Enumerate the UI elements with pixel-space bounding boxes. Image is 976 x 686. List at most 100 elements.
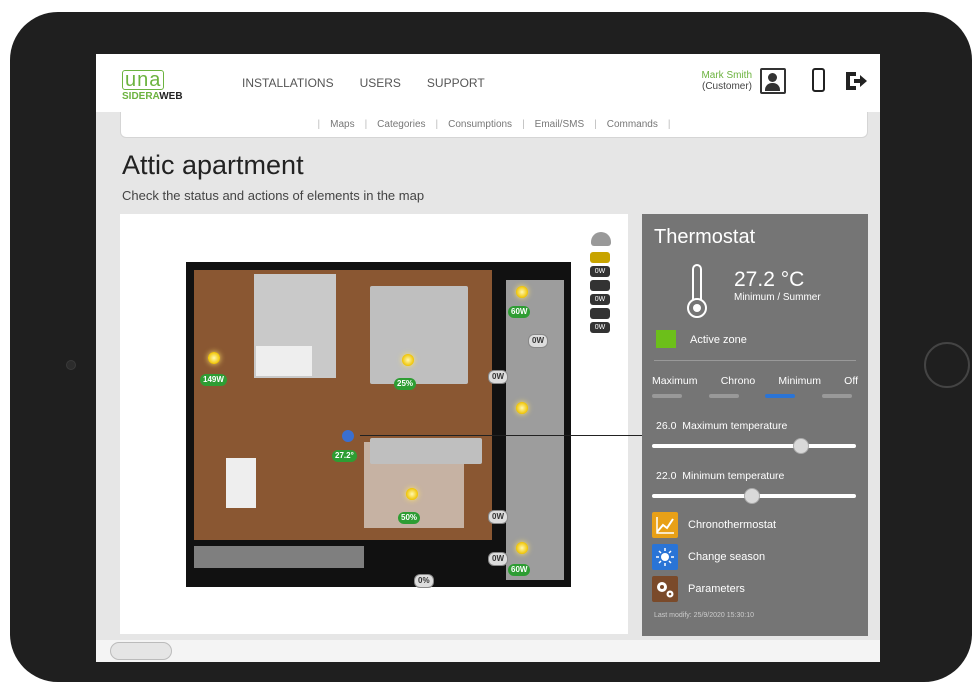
- gears-icon: [652, 576, 678, 602]
- page-subtitle: Check the status and actions of elements…: [122, 188, 425, 203]
- footer: [96, 640, 880, 662]
- map-legend-icons: 0W 0W 0W: [590, 232, 612, 336]
- meter-badge[interactable]: 0W: [590, 294, 610, 305]
- chronothermostat-button[interactable]: Chronothermostat: [652, 512, 852, 538]
- divider: [654, 360, 856, 361]
- subnav-categories[interactable]: Categories: [377, 119, 425, 130]
- logout-icon[interactable]: [844, 70, 868, 92]
- parameters-label: Parameters: [688, 583, 745, 595]
- meter-badge[interactable]: 0W: [590, 266, 610, 277]
- mode-indicators: [652, 394, 852, 398]
- top-bar: una SIDERAWEB INSTALLATIONS USERS SUPPOR…: [96, 54, 880, 112]
- min-temp-knob[interactable]: [743, 488, 760, 504]
- meter-icon[interactable]: [590, 308, 610, 319]
- badge-0w: 0W: [488, 510, 508, 524]
- meter-badge[interactable]: 0W: [590, 322, 610, 333]
- parameters-button[interactable]: Parameters: [652, 576, 852, 602]
- bed: [370, 286, 468, 384]
- sun-icon: [652, 544, 678, 570]
- thermostat-title: Thermostat: [654, 226, 756, 248]
- logo-line1: una: [122, 70, 165, 90]
- brand-logo[interactable]: una SIDERAWEB: [122, 70, 212, 102]
- max-temp-knob[interactable]: [792, 438, 809, 454]
- bulb-icon[interactable]: [406, 488, 418, 500]
- badge-60w-top: 60W: [508, 306, 531, 318]
- phone-icon[interactable]: [812, 68, 825, 92]
- callout-line: [360, 435, 650, 436]
- chronothermostat-label: Chronothermostat: [688, 519, 777, 531]
- mode-chrono[interactable]: Chrono: [721, 375, 755, 387]
- nav-support[interactable]: SUPPORT: [427, 76, 485, 90]
- mode-indicator: [652, 394, 682, 398]
- min-temp-text: Minimum temperature: [682, 470, 785, 482]
- bulb-icon[interactable]: [516, 402, 528, 414]
- thermometer-bulb-icon: [687, 298, 707, 318]
- min-temp-label: 22.0 Minimum temperature: [656, 470, 784, 482]
- sub-nav: | Maps | Categories | Consumptions | Ema…: [120, 112, 868, 138]
- mode-minimum[interactable]: Minimum: [778, 375, 821, 387]
- thermometer-icon: [692, 264, 702, 302]
- page-title: Attic apartment: [122, 150, 304, 180]
- app-screen: una SIDERAWEB INSTALLATIONS USERS SUPPOR…: [96, 54, 880, 662]
- bathtub: [256, 346, 312, 376]
- subnav-commands[interactable]: Commands: [607, 119, 658, 130]
- mode-summary: Minimum / Summer: [734, 292, 821, 303]
- thermo-probe-icon[interactable]: [342, 430, 354, 442]
- certification-badge: [110, 642, 172, 660]
- mode-indicator: [708, 394, 739, 398]
- badge-50pct: 50%: [398, 512, 421, 524]
- subnav-maps[interactable]: Maps: [330, 119, 354, 130]
- chart-icon: [652, 512, 678, 538]
- floor-plan[interactable]: 149W 25% 27.2° 50% 0% 60W 0W 0W 0W 60W 0…: [186, 262, 571, 588]
- badge-0pct: 0%: [414, 574, 434, 588]
- bulb-icon[interactable]: [516, 286, 528, 298]
- sofa: [370, 438, 482, 464]
- mode-off[interactable]: Off: [844, 375, 858, 387]
- min-temp-slider[interactable]: [652, 488, 856, 504]
- kitchen-counter: [194, 546, 364, 568]
- home-button[interactable]: [924, 342, 970, 388]
- max-temp-text: Maximum temperature: [682, 420, 788, 432]
- badge-60w-bottom: 60W: [508, 564, 531, 576]
- nav-installations[interactable]: INSTALLATIONS: [242, 76, 334, 90]
- thermostat-panel: Thermostat 27.2 °C Minimum / Summer Acti…: [642, 214, 868, 636]
- balcony: [506, 280, 564, 580]
- last-modify: Last modify: 25/9/2020 15:30:10: [654, 612, 755, 619]
- camera-dot: [66, 360, 76, 370]
- min-temp-value: 22.0: [656, 470, 677, 482]
- active-zone-label: Active zone: [690, 334, 747, 346]
- max-temp-value: 26.0: [656, 420, 677, 432]
- active-zone-toggle[interactable]: [656, 330, 676, 348]
- badge-0w: 0W: [488, 370, 508, 384]
- user-name: Mark Smith: [701, 70, 752, 81]
- bulb-icon[interactable]: [516, 542, 528, 554]
- current-temperature: 27.2 °C: [734, 268, 805, 291]
- change-season-button[interactable]: Change season: [652, 544, 852, 570]
- light-icon[interactable]: [590, 252, 610, 263]
- table: [226, 458, 256, 508]
- sensor-icon[interactable]: [591, 232, 611, 246]
- user-role: (Customer): [701, 81, 752, 92]
- mode-maximum[interactable]: Maximum: [652, 375, 698, 387]
- avatar-icon[interactable]: [760, 68, 786, 94]
- mode-indicator-active: [765, 394, 796, 398]
- bulb-icon[interactable]: [402, 354, 414, 366]
- badge-0w: 0W: [528, 334, 548, 348]
- mode-selector: Maximum Chrono Minimum Off: [652, 375, 858, 387]
- max-temp-slider[interactable]: [652, 438, 856, 454]
- main-nav: INSTALLATIONS USERS SUPPORT: [242, 76, 485, 90]
- subnav-email-sms[interactable]: Email/SMS: [535, 119, 584, 130]
- meter-icon[interactable]: [590, 280, 610, 291]
- subnav-consumptions[interactable]: Consumptions: [448, 119, 512, 130]
- change-season-label: Change season: [688, 551, 766, 563]
- map-panel: 149W 25% 27.2° 50% 0% 60W 0W 0W 0W 60W 0…: [120, 214, 650, 634]
- badge-temp: 27.2°: [332, 450, 357, 462]
- logo-line2a: SIDERA: [122, 91, 160, 102]
- badge-149w: 149W: [200, 374, 227, 386]
- mode-indicator: [821, 394, 852, 398]
- bulb-icon[interactable]: [208, 352, 220, 364]
- badge-25pct: 25%: [394, 378, 417, 390]
- user-info[interactable]: Mark Smith (Customer): [688, 70, 752, 92]
- nav-users[interactable]: USERS: [360, 76, 401, 90]
- max-temp-label: 26.0 Maximum temperature: [656, 420, 787, 432]
